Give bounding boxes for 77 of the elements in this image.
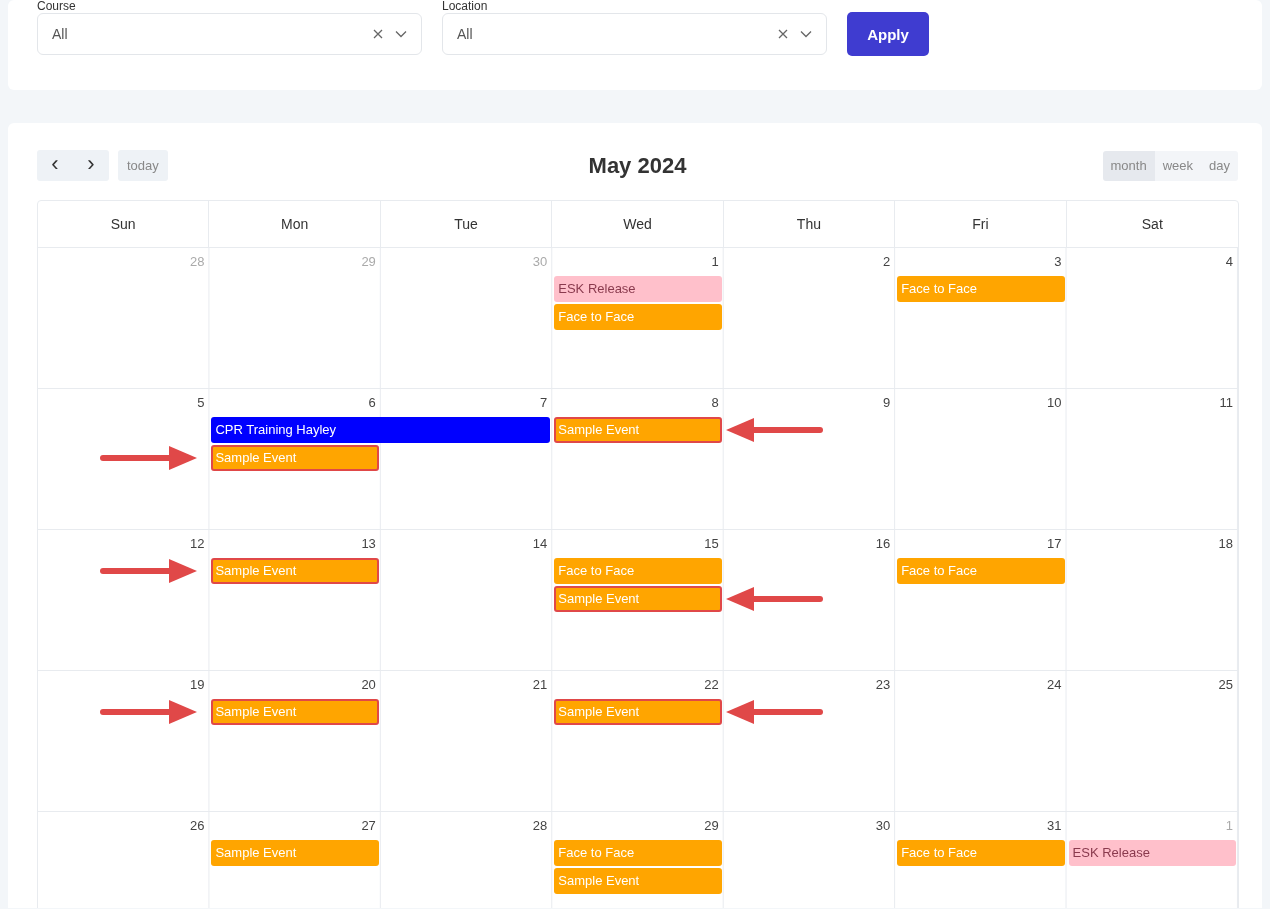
calendar-event[interactable]: Face to Face xyxy=(897,276,1065,302)
weekday-header: Sun xyxy=(38,201,210,247)
calendar-event[interactable]: Sample Event xyxy=(211,558,379,584)
view-tab[interactable]: week xyxy=(1154,150,1201,181)
day-number: 23 xyxy=(874,676,892,694)
select-field[interactable]: All xyxy=(37,13,422,55)
field-label: Location xyxy=(442,0,489,13)
day-number: 28 xyxy=(188,253,206,271)
day-number: 29 xyxy=(360,253,377,271)
day-number: 31 xyxy=(1046,817,1063,835)
day-number: 21 xyxy=(531,676,549,694)
calendar-event[interactable]: Face to Face xyxy=(554,304,722,330)
day-number: 18 xyxy=(1217,535,1234,553)
weekday-header: Thu xyxy=(723,201,896,247)
chevron-down-icon xyxy=(395,30,407,38)
select-field[interactable]: All xyxy=(442,13,827,55)
calendar-event[interactable]: Sample Event xyxy=(554,586,722,612)
select-value: All xyxy=(52,26,68,42)
calendar-event[interactable]: Face to Face xyxy=(897,558,1065,584)
day-number: 12 xyxy=(188,535,206,553)
calendar-event[interactable]: Sample Event xyxy=(554,417,722,443)
today-button[interactable]: today xyxy=(118,150,168,181)
calendar-event[interactable]: ESK Release xyxy=(554,276,722,302)
day-number: 26 xyxy=(188,817,206,835)
weekday-header: Tue xyxy=(380,201,553,247)
previous-button[interactable]: ‹ xyxy=(37,150,73,181)
calendar-event[interactable]: Sample Event xyxy=(554,868,722,894)
day-number: 30 xyxy=(874,817,892,835)
calendar-event[interactable]: Face to Face xyxy=(897,840,1065,866)
field-label: Course xyxy=(37,0,77,13)
day-number: 19 xyxy=(188,676,206,694)
day-number: 1 xyxy=(1224,817,1234,835)
calendar-event[interactable]: Sample Event xyxy=(211,445,379,471)
day-number: 14 xyxy=(531,535,549,553)
day-number: 5 xyxy=(196,394,206,412)
calendar-event[interactable]: Sample Event xyxy=(211,840,379,866)
day-number: 3 xyxy=(1053,253,1063,271)
day-number: 30 xyxy=(531,253,549,271)
day-number: 6 xyxy=(367,394,377,412)
day-number: 8 xyxy=(710,394,720,412)
select-value: All xyxy=(457,26,473,42)
day-number: 22 xyxy=(703,676,720,694)
calendar-event[interactable]: ESK Release xyxy=(1068,840,1236,866)
calendar-event[interactable]: Face to Face xyxy=(554,840,722,866)
calendar-event[interactable]: CPR Training Hayley xyxy=(211,417,551,443)
day-number: 25 xyxy=(1217,676,1234,694)
clear-icon xyxy=(778,29,788,39)
next-button[interactable]: › xyxy=(73,150,109,181)
day-number: 10 xyxy=(1046,394,1063,412)
weekday-header: Sat xyxy=(1140,215,1164,234)
day-number: 2 xyxy=(881,253,892,271)
day-number: 24 xyxy=(1046,676,1063,694)
clear-icon xyxy=(373,29,383,39)
weekday-header: Wed xyxy=(552,201,724,247)
day-number: 1 xyxy=(710,253,720,271)
day-number: 16 xyxy=(874,535,892,553)
day-number: 29 xyxy=(703,817,720,835)
day-number: 15 xyxy=(703,535,720,553)
view-tab[interactable]: month xyxy=(1102,150,1155,181)
day-number: 27 xyxy=(360,817,377,835)
day-number: 28 xyxy=(531,817,549,835)
apply-button[interactable]: Apply xyxy=(847,12,929,56)
day-number: 9 xyxy=(881,394,892,412)
weekday-header: Mon xyxy=(209,201,381,247)
day-number: 11 xyxy=(1218,394,1234,412)
calendar-title: May 2024 xyxy=(588,152,687,179)
calendar-event[interactable]: Face to Face xyxy=(554,558,722,584)
calendar-event[interactable]: Sample Event xyxy=(554,699,722,725)
day-number: 7 xyxy=(539,394,549,412)
view-tab[interactable]: day xyxy=(1201,150,1238,181)
chevron-down-icon xyxy=(800,30,812,38)
calendar-event[interactable]: Sample Event xyxy=(211,699,379,725)
day-number: 20 xyxy=(360,676,377,694)
weekday-header: Fri xyxy=(895,201,1067,247)
day-number: 13 xyxy=(360,535,377,553)
day-number: 4 xyxy=(1224,253,1234,271)
day-number: 17 xyxy=(1046,535,1063,553)
